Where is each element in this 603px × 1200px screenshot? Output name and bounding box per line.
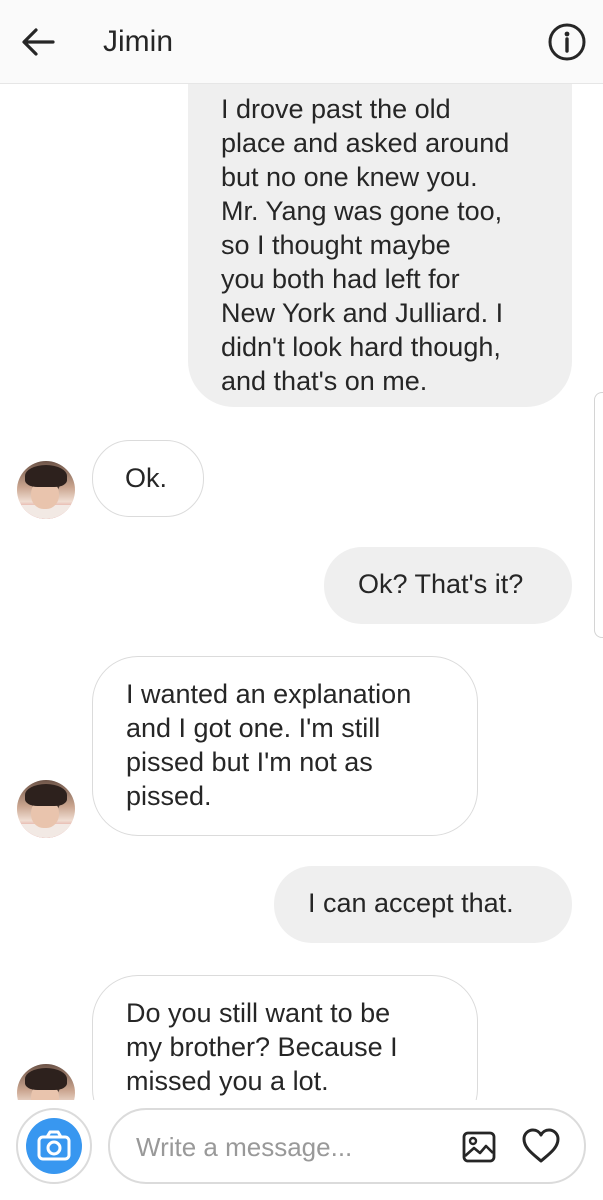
incoming-message[interactable]: I wanted an explanation and I got one. I… [92, 656, 478, 836]
incoming-message[interactable]: Ok. [92, 440, 204, 517]
image-gallery-icon [462, 1131, 496, 1163]
back-button[interactable] [20, 24, 56, 60]
outgoing-message[interactable]: I can accept that. [274, 866, 572, 943]
outgoing-message[interactable]: I drove past the old place and asked aro… [188, 84, 572, 407]
gallery-button[interactable] [460, 1128, 498, 1166]
message-placeholder: Write a message... [136, 1132, 353, 1162]
like-button[interactable] [520, 1125, 562, 1167]
conversation-title[interactable]: Jimin [103, 22, 173, 62]
message-text: Ok? That's it? [358, 569, 524, 599]
info-circle-icon [548, 23, 586, 61]
message-input[interactable]: Write a message... [108, 1108, 586, 1184]
arrow-left-icon [22, 28, 55, 56]
outgoing-message[interactable]: Ok? That's it? [324, 547, 572, 624]
composer-bar: Write a message... [0, 1100, 603, 1200]
message-text: I wanted an explanation and I got one. I… [126, 679, 412, 811]
message-thread[interactable]: I drove past the old place and asked aro… [0, 84, 603, 1100]
info-button[interactable] [547, 22, 587, 62]
message-text: Ok. [125, 463, 168, 493]
incoming-message[interactable]: Do you still want to be my brother? Beca… [92, 975, 478, 1100]
camera-button[interactable] [16, 1108, 92, 1184]
message-text: I drove past the old place and asked aro… [221, 94, 510, 396]
heart-icon [522, 1128, 560, 1163]
scroll-indicator[interactable] [594, 392, 603, 638]
avatar[interactable] [17, 461, 75, 519]
camera-icon [37, 1130, 71, 1161]
message-text: I can accept that. [308, 888, 514, 918]
avatar[interactable] [17, 780, 75, 838]
message-text: Do you still want to be my brother? Beca… [126, 998, 398, 1096]
avatar[interactable] [17, 1064, 75, 1100]
conversation-header: Jimin [0, 0, 603, 84]
